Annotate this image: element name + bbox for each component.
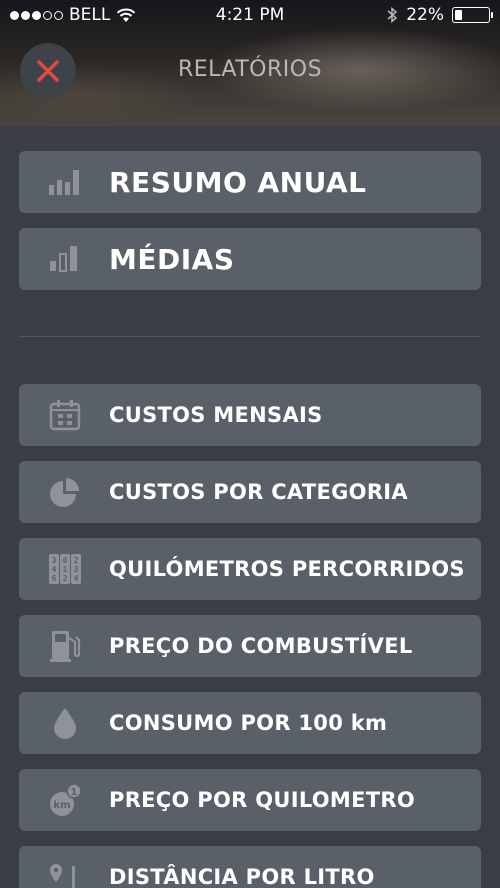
signal-strength-icon (10, 10, 63, 20)
battery-percent: 22% (406, 5, 444, 25)
header: BELL 4:21 PM 22% RELATÓRIOS (0, 0, 500, 126)
odometer-digit: 3 (52, 556, 57, 565)
page-title: RELATÓRIOS (177, 57, 323, 82)
report-monthly-costs-button[interactable]: CUSTOS MENSAIS (19, 384, 481, 446)
fuel-pump-icon (47, 628, 83, 664)
battery-icon (452, 7, 493, 23)
report-label: MÉDIAS (109, 242, 235, 276)
distance-pin-icon (47, 859, 83, 888)
report-label: DISTÂNCIA POR LITRO (109, 865, 375, 888)
report-averages-button[interactable]: MÉDIAS (19, 228, 481, 290)
odometer-digit: 2 (63, 574, 68, 583)
bar-chart-icon (47, 164, 83, 200)
km-badge-count: 1 (71, 787, 78, 798)
odometer-digit: 4 (52, 565, 57, 574)
report-label: CUSTOS MENSAIS (109, 403, 323, 427)
odometer-digit: 4 (74, 574, 79, 583)
drop-icon (47, 705, 83, 741)
bluetooth-icon (387, 6, 398, 24)
report-label: PREÇO DO COMBUSTÍVEL (109, 634, 413, 658)
pie-chart-icon (47, 474, 83, 510)
report-costs-by-category-button[interactable]: CUSTOS POR CATEGORIA (19, 461, 481, 523)
report-price-per-km-button[interactable]: km 1 PREÇO POR QUILOMETRO (19, 769, 481, 831)
odometer-digit: 6 (52, 574, 57, 583)
wifi-icon (117, 8, 136, 22)
km-badge-unit: km (53, 800, 70, 811)
averages-chart-icon (47, 241, 83, 277)
section-divider (19, 336, 481, 337)
report-label: RESUMO ANUAL (109, 165, 367, 199)
odometer-digit: 2 (74, 556, 79, 565)
price-per-km-icon: km 1 (47, 782, 83, 818)
report-label: CUSTOS POR CATEGORIA (109, 480, 408, 504)
status-right: 22% (386, 5, 493, 25)
report-distance-per-liter-button[interactable]: DISTÂNCIA POR LITRO (19, 846, 481, 888)
odometer-digit: 3 (74, 565, 79, 574)
odometer-icon: 302413624 (47, 551, 83, 587)
report-kilometers-driven-button[interactable]: 302413624 QUILÓMETROS PERCORRIDOS (19, 538, 481, 600)
battery-level (455, 10, 463, 20)
report-annual-summary-button[interactable]: RESUMO ANUAL (19, 151, 481, 213)
report-label: PREÇO POR QUILOMETRO (109, 788, 415, 812)
status-left: BELL (10, 5, 136, 25)
report-label: QUILÓMETROS PERCORRIDOS (109, 557, 465, 581)
report-consumption-button[interactable]: CONSUMO POR 100 km (19, 692, 481, 754)
calendar-icon (47, 397, 83, 433)
report-fuel-price-button[interactable]: PREÇO DO COMBUSTÍVEL (19, 615, 481, 677)
odometer-digit: 1 (63, 565, 68, 574)
odometer-digit: 0 (63, 556, 68, 565)
carrier-name: BELL (69, 5, 111, 25)
status-bar: BELL 4:21 PM 22% (0, 0, 500, 30)
report-label: CONSUMO POR 100 km (109, 711, 388, 735)
